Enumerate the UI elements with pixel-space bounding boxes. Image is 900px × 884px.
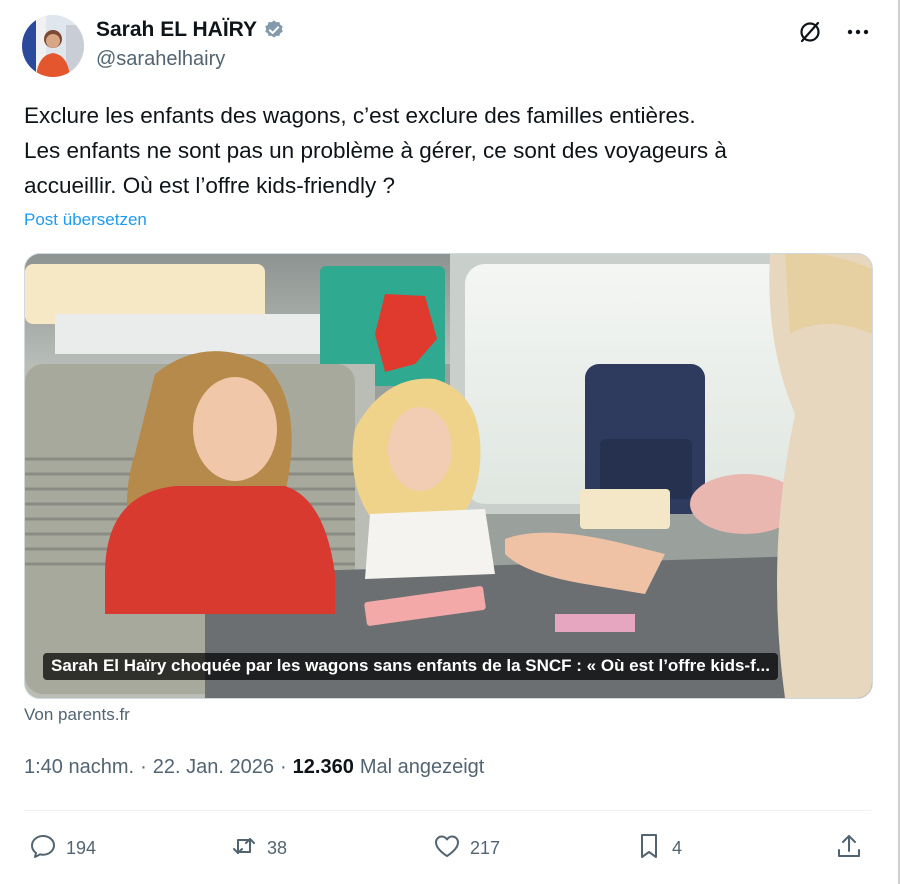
- avatar[interactable]: [22, 15, 84, 77]
- view-count-label: Mal angezeigt: [359, 756, 485, 778]
- verified-badge-icon: [263, 19, 285, 41]
- bookmark-icon: [634, 831, 664, 866]
- like-button[interactable]: 217: [432, 826, 500, 870]
- link-card-caption[interactable]: Sarah El Haïry choquée par les wagons sa…: [43, 653, 778, 680]
- bookmark-count: 4: [672, 837, 683, 858]
- post-text-line: accueillir. Où est l’offre kids-friendly…: [24, 173, 395, 198]
- post-top-actions: [796, 18, 872, 46]
- link-card-image[interactable]: Sarah El Haïry choquée par les wagons sa…: [24, 253, 873, 699]
- repost-icon: [229, 831, 259, 866]
- share-button[interactable]: [834, 826, 864, 870]
- post-date[interactable]: 22. Jan. 2026: [153, 756, 274, 779]
- heart-icon: [432, 831, 462, 866]
- view-count: 12.360: [292, 756, 354, 778]
- author-name[interactable]: Sarah EL HAÏRY: [96, 18, 257, 42]
- more-dots-icon[interactable]: [844, 18, 872, 46]
- slashed-circle-icon[interactable]: [796, 18, 824, 46]
- divider: [24, 810, 871, 811]
- translate-post-link[interactable]: Post übersetzen: [24, 210, 147, 230]
- reply-button[interactable]: 194: [28, 826, 96, 870]
- post-time[interactable]: 1:40 nachm.: [24, 756, 134, 779]
- bookmark-button[interactable]: 4: [634, 826, 682, 870]
- repost-count: 38: [267, 837, 288, 858]
- reply-icon: [28, 831, 58, 866]
- post-text-line: Exclure les enfants des wagons, c’est ex…: [24, 103, 696, 128]
- post-action-bar: 194 38 217 4: [24, 826, 871, 870]
- author-handle[interactable]: @sarahelhairy: [96, 48, 225, 71]
- post-meta: 1:40 nachm. · 22. Jan. 2026 · 12.360 Mal…: [24, 756, 484, 779]
- post-text: Exclure les enfants des wagons, c’est ex…: [24, 98, 864, 203]
- author-name-row[interactable]: Sarah EL HAÏRY: [96, 18, 285, 42]
- repost-button[interactable]: 38: [229, 826, 287, 870]
- meta-separator: ·: [279, 756, 287, 778]
- share-icon: [834, 831, 864, 866]
- meta-separator: ·: [140, 756, 147, 778]
- train-photo: [25, 254, 872, 698]
- post-text-line: Les enfants ne sont pas un problème à gé…: [24, 138, 727, 163]
- link-card-source[interactable]: Von parents.fr: [24, 705, 130, 725]
- like-count: 217: [470, 837, 501, 858]
- reply-count: 194: [66, 837, 97, 858]
